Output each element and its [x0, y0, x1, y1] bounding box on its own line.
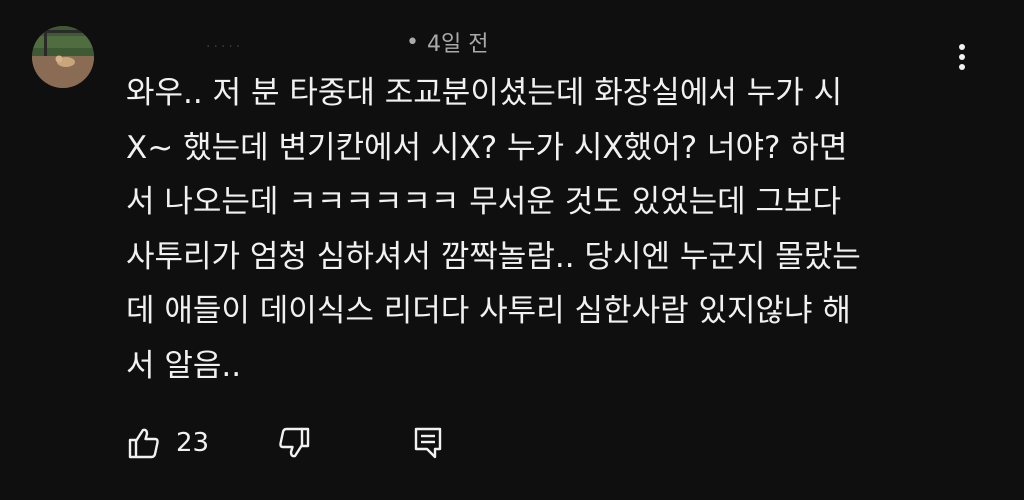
comment-header: ····· • 4일 전	[126, 24, 488, 60]
comment-text-line: X~ 했는데 변기칸에서 시X? 누가 시X했어? 너야? 하면	[126, 129, 848, 166]
avatar[interactable]	[32, 26, 94, 88]
thumbs-up-icon	[126, 425, 162, 461]
meta-separator: •	[406, 29, 419, 55]
reply-button[interactable]	[411, 424, 445, 462]
like-count: 23	[176, 428, 210, 458]
like-button[interactable]: 23	[126, 425, 276, 461]
comment-actions: 23	[126, 418, 445, 468]
comment-text-line: 와우.. 저 분 타중대 조교분이셨는데 화장실에서 누가 시	[126, 75, 843, 111]
comment-text: 와우.. 저 분 타중대 조교분이셨는데 화장실에서 누가 시 X~ 했는데 변…	[126, 66, 946, 393]
reply-comment-icon	[411, 424, 445, 462]
comment-text-line: 서 나오는데 ㅋㅋㅋㅋㅋㅋ 무서운 것도 있었는데 그보다	[126, 184, 842, 220]
thumbs-down-icon	[276, 425, 312, 461]
comment-menu-button[interactable]	[944, 36, 980, 76]
more-vertical-icon	[959, 44, 965, 70]
comment-text-line: 사투리가 엄청 심하셔서 깜짝놀람.. 당시엔 누군지 몰랐는	[126, 238, 861, 275]
comment-time[interactable]: 4일 전	[427, 26, 488, 58]
author-name[interactable]: ·····	[126, 32, 406, 55]
dislike-button[interactable]	[276, 425, 411, 461]
author-placeholder: ·····	[206, 39, 244, 55]
avatar-photo	[32, 26, 94, 88]
comment-thread: ····· • 4일 전 와우.. 저 분 타중대 조교분이셨는데 화장실에서 …	[0, 0, 1024, 500]
comment-text-line: 서 알음..	[126, 347, 242, 384]
comment-text-line: 데 애들이 데이식스 리더다 사투리 심한사람 있지않냐 해	[126, 293, 851, 329]
